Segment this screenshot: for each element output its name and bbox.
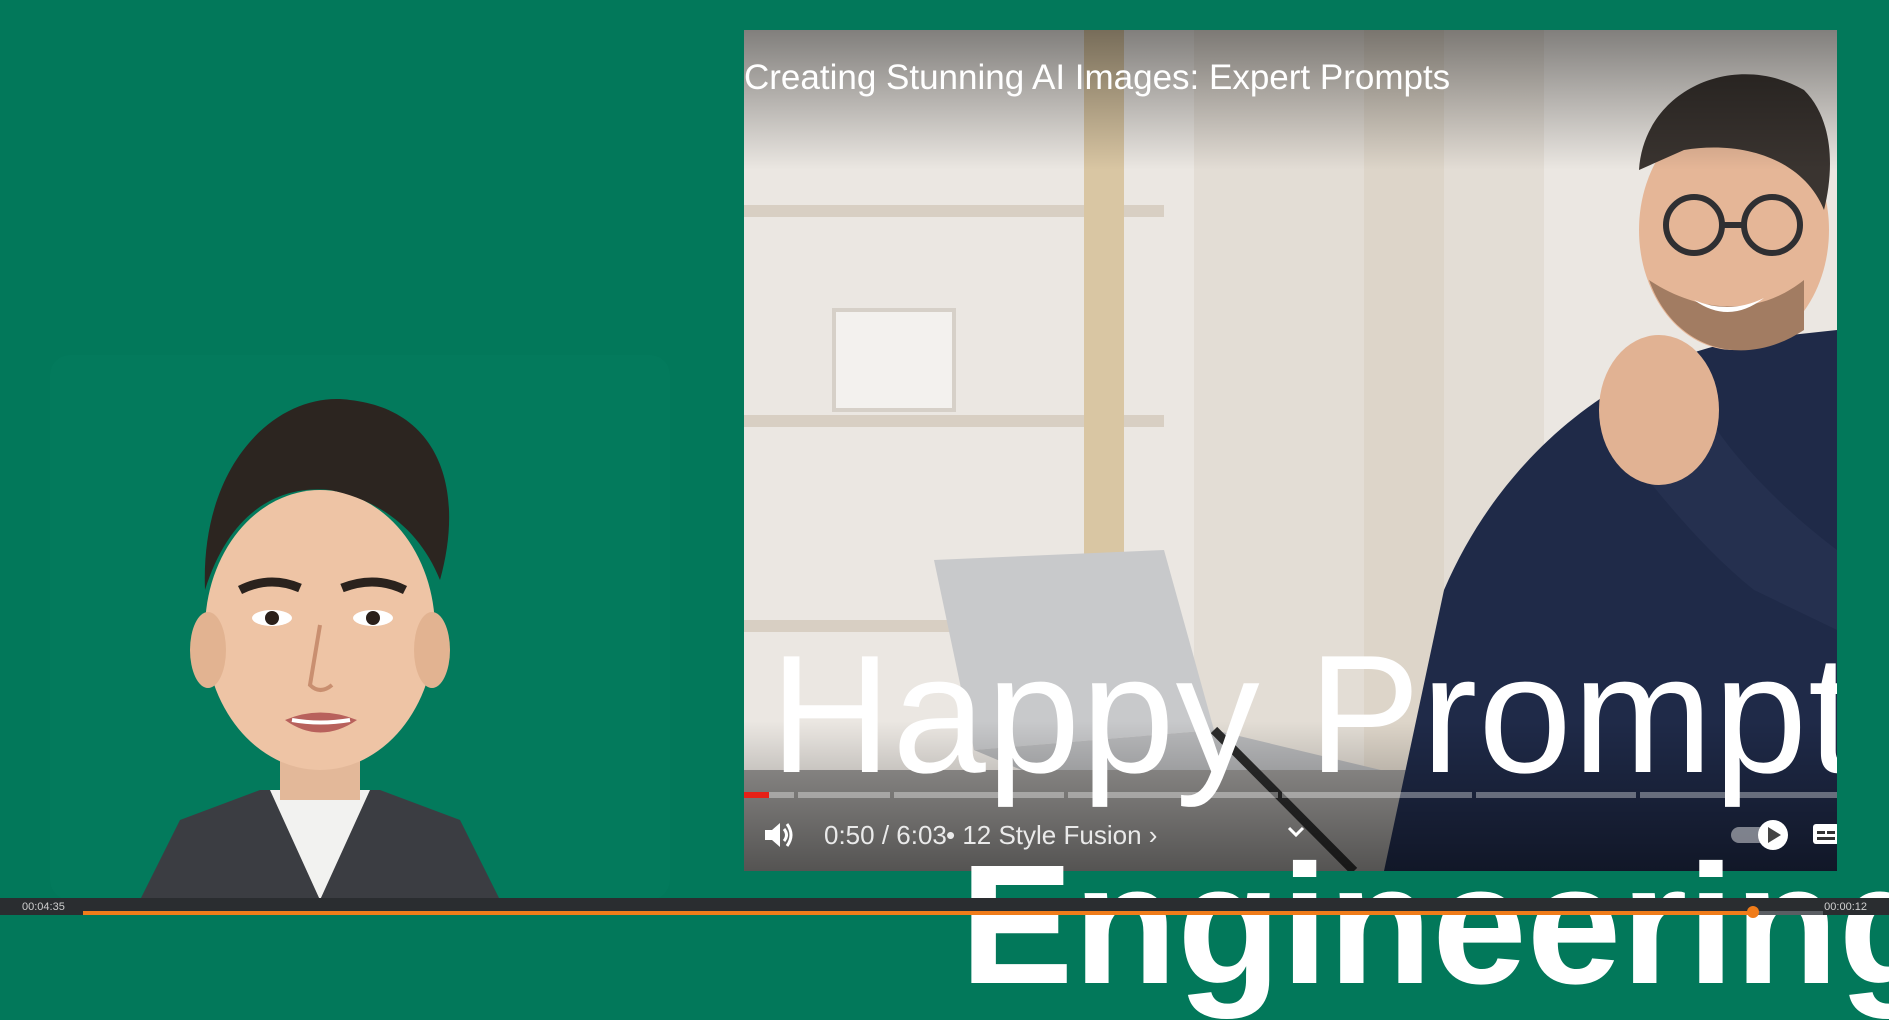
recording-progress — [83, 911, 1754, 915]
current-time: 0:50 — [824, 820, 875, 850]
video-player[interactable]: Creating Stunning AI Images: Expert Prom… — [744, 30, 1837, 871]
presenter-area — [0, 0, 730, 900]
duration: 6:03 — [896, 820, 947, 850]
recording-scrubber[interactable] — [83, 906, 1823, 918]
chapter-segment — [1734, 792, 1837, 798]
presenter-avatar — [140, 399, 500, 900]
chapter-segment — [1068, 792, 1278, 798]
volume-icon[interactable] — [762, 819, 796, 851]
background-headline: Engineering — [960, 830, 1889, 1020]
video-title[interactable]: Creating Stunning AI Images: Expert Prom… — [744, 58, 1450, 98]
top-gradient — [744, 30, 1837, 170]
chapter-segment — [1476, 792, 1636, 798]
elapsed-time: 00:04:35 — [22, 901, 65, 913]
chapter-segment — [1282, 792, 1472, 798]
remaining-time: 00:00:12 — [1824, 901, 1867, 913]
chapter-segment — [1640, 792, 1730, 798]
time-display: 0:50 / 6:03 — [824, 820, 947, 851]
video-progress-bar[interactable] — [744, 792, 1837, 798]
chapter-segment — [894, 792, 1064, 798]
video-overlay-caption: Happy Prompt — [770, 620, 1837, 808]
recording-timeline: 00:04:35 00:00:12 — [0, 898, 1889, 918]
chapter-segment — [798, 792, 890, 798]
time-separator: / — [874, 820, 897, 850]
video-progress-played — [744, 792, 770, 798]
